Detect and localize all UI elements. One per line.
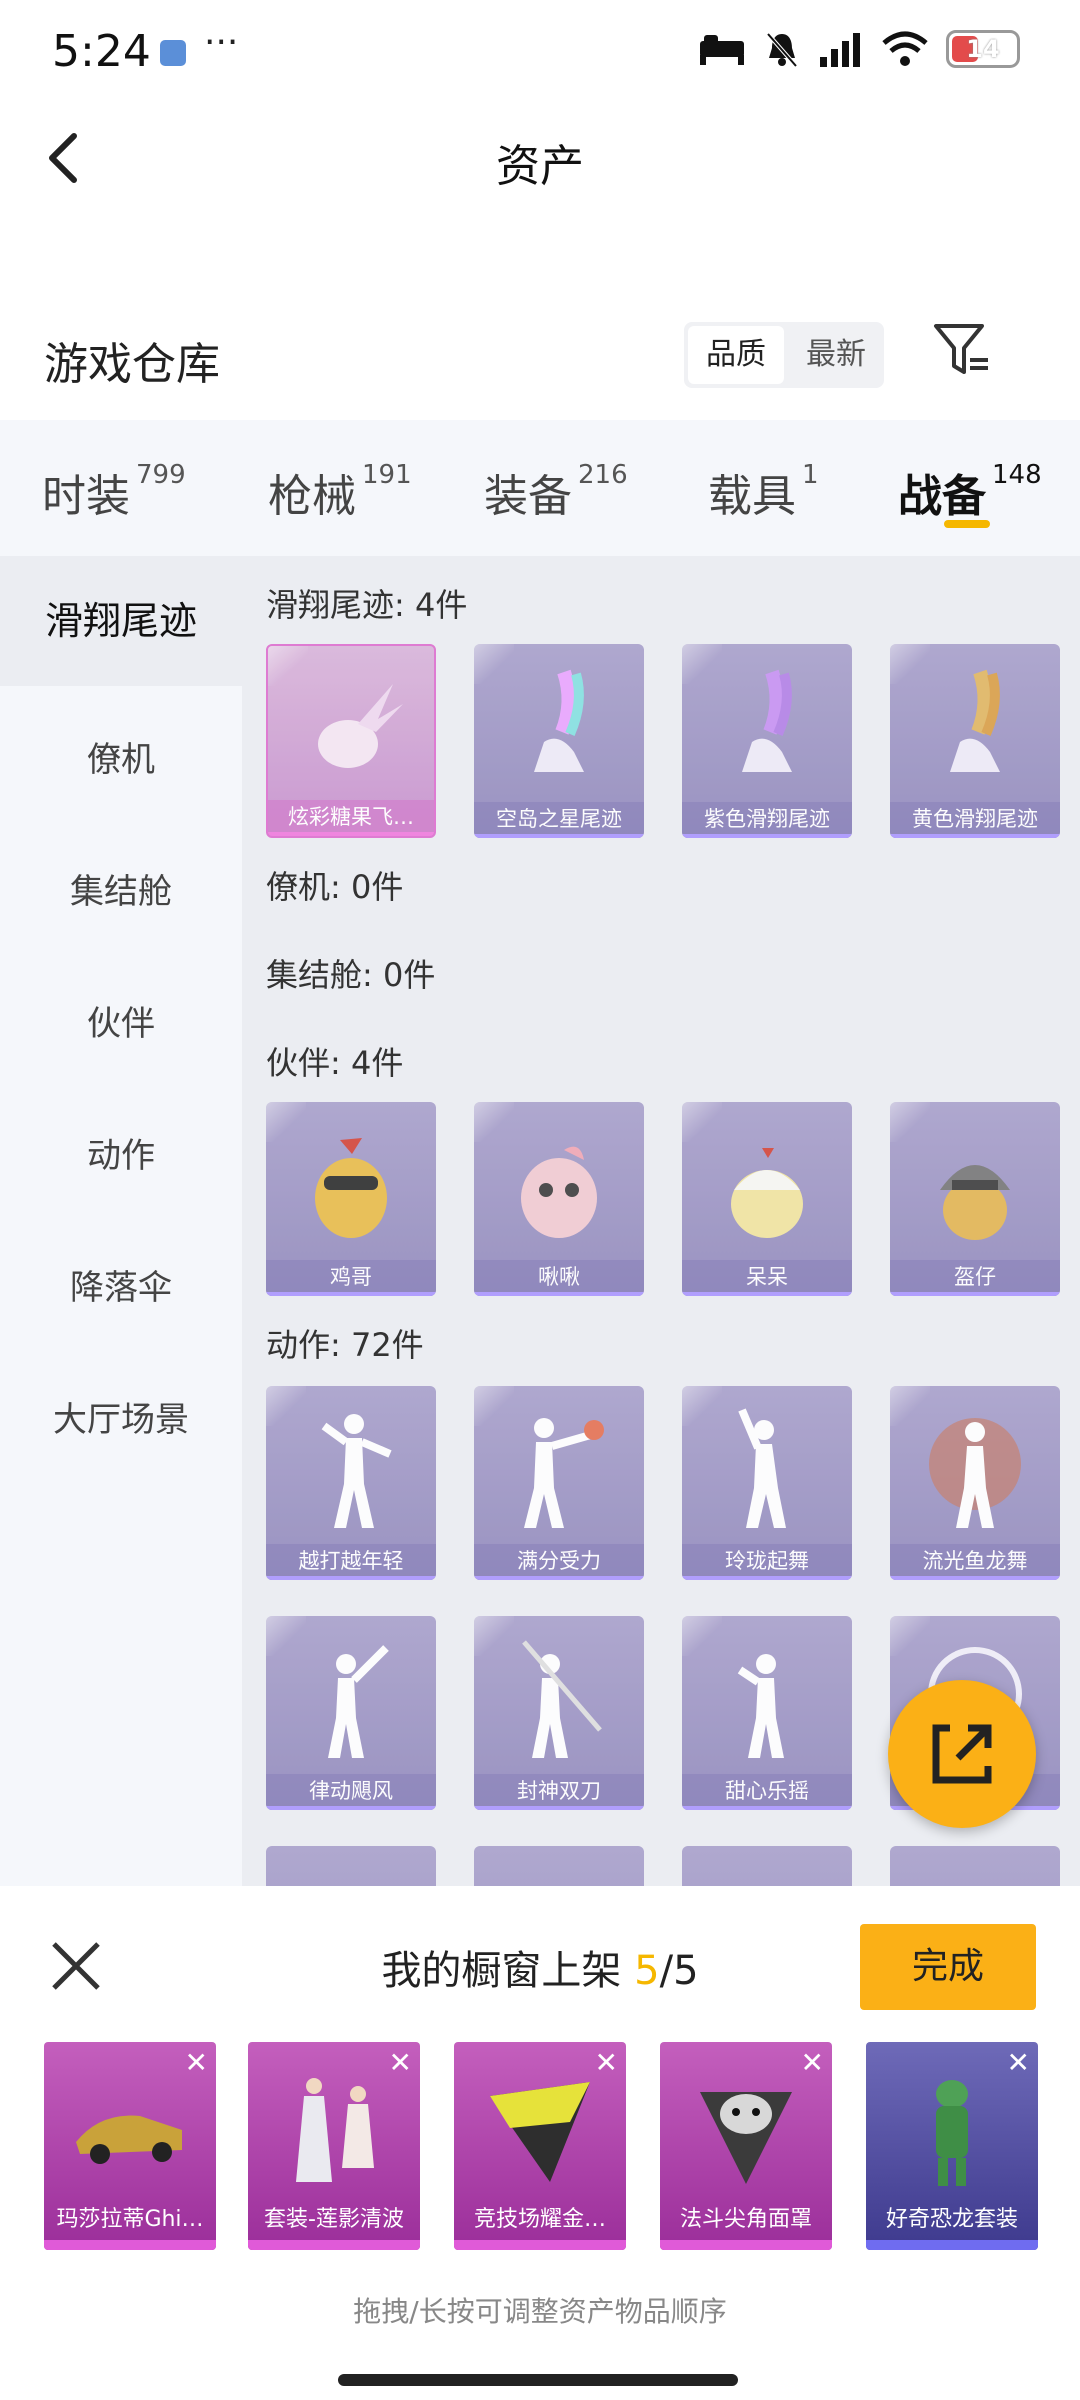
item-card[interactable]: 封神双刀 xyxy=(474,1616,644,1810)
done-button[interactable]: 完成 xyxy=(860,1924,1036,2010)
item-card[interactable]: 啾啾 xyxy=(474,1102,644,1296)
status-time: 5:24 xyxy=(52,26,151,77)
showcase-sheet: 我的橱窗上架 5/5 完成 ✕ 玛莎拉蒂Ghi… ✕ 套装-莲影清波 ✕ 竞技场… xyxy=(0,1886,1080,2400)
section-title-companion: 伙伴: 4件 xyxy=(266,1044,404,1082)
outfit-icon xyxy=(296,2078,374,2182)
section-title-assembly-pod: 集结舱: 0件 xyxy=(266,956,436,994)
dancer-emote-icon xyxy=(321,1414,392,1528)
showcase-slot[interactable]: ✕ 竞技场耀金… xyxy=(454,2042,626,2250)
remove-icon[interactable]: ✕ xyxy=(389,2046,412,2079)
item-card[interactable] xyxy=(890,1846,1060,1886)
chicken-companion-icon xyxy=(315,1138,387,1238)
mask-icon xyxy=(490,2082,590,2182)
warehouse-title: 游戏仓库 xyxy=(44,339,220,390)
trail-skydiver-icon xyxy=(950,669,1000,772)
sidebar-item-companion[interactable]: 伙伴 xyxy=(0,996,242,1045)
app-notification-icon xyxy=(160,40,186,66)
share-button[interactable] xyxy=(888,1680,1036,1828)
dancer-emote-icon xyxy=(737,1654,784,1758)
section-title-emote: 动作: 72件 xyxy=(266,1326,424,1364)
page-title: 资产 xyxy=(496,141,584,192)
trail-skydiver-icon xyxy=(534,669,584,772)
candy-trail-icon xyxy=(318,684,403,768)
sort-newest-button[interactable]: 最新 xyxy=(788,322,884,388)
helmet-chick-icon xyxy=(940,1165,1010,1240)
sidebar: 滑翔尾迹 僚机 集结舱 伙伴 动作 降落伞 大厅场景 xyxy=(0,556,242,1886)
item-card[interactable]: 空岛之星尾迹 xyxy=(474,644,644,838)
tab-battle-gear[interactable]: 战备 148 xyxy=(898,460,1042,524)
item-card[interactable]: 紫色滑翔尾迹 xyxy=(682,644,852,838)
sidebar-item-wingman[interactable]: 僚机 xyxy=(0,732,242,781)
bulldog-mask-icon xyxy=(700,2092,792,2184)
external-link-icon xyxy=(932,1724,992,1784)
sidebar-item-assembly-pod[interactable]: 集结舱 xyxy=(0,864,242,913)
item-card[interactable]: 律动飓风 xyxy=(266,1616,436,1810)
status-bar: 5:24 ··· 14 xyxy=(0,0,1080,100)
filter-icon[interactable] xyxy=(932,320,992,380)
showcase-slot[interactable]: ✕ 玛莎拉蒂Ghi… xyxy=(44,2042,216,2250)
more-dots: ··· xyxy=(204,22,239,63)
gold-car-icon xyxy=(76,2115,182,2164)
item-card[interactable]: 甜心乐摇 xyxy=(682,1616,852,1810)
section-title-wingman: 僚机: 0件 xyxy=(266,868,404,906)
section-title-glide-trail: 滑翔尾迹: 4件 xyxy=(266,586,468,624)
tab-guns[interactable]: 枪械 191 xyxy=(268,460,412,524)
bed-icon xyxy=(700,35,744,65)
remove-icon[interactable]: ✕ xyxy=(801,2046,824,2079)
remove-icon[interactable]: ✕ xyxy=(595,2046,618,2079)
item-card[interactable]: 玲珑起舞 xyxy=(682,1386,852,1580)
active-tab-indicator xyxy=(944,520,990,528)
remove-icon[interactable]: ✕ xyxy=(1007,2046,1030,2079)
bird-companion-icon xyxy=(521,1146,597,1238)
item-card[interactable]: 越打越年轻 xyxy=(266,1386,436,1580)
category-tabs: 时装 799 枪械 191 装备 216 载具 1 战备 148 xyxy=(0,420,1080,556)
item-card[interactable]: 炫彩糖果飞… xyxy=(266,644,436,838)
dinosaur-suit-icon xyxy=(936,2080,968,2186)
dancer-emote-icon xyxy=(738,1408,786,1528)
dancer-emote-icon xyxy=(929,1418,1021,1528)
sort-toggle: 品质 最新 xyxy=(684,322,884,388)
item-card[interactable] xyxy=(474,1846,644,1886)
egg-chick-icon xyxy=(731,1148,803,1238)
dancer-emote-icon xyxy=(524,1418,604,1528)
wifi-icon xyxy=(882,31,928,66)
showcase-slot[interactable]: ✕ 套装-莲影清波 xyxy=(248,2042,420,2250)
sidebar-item-parachute[interactable]: 降落伞 xyxy=(0,1260,242,1309)
mute-bell-icon xyxy=(766,32,798,68)
dancer-emote-icon xyxy=(522,1640,602,1758)
showcase-slot[interactable]: ✕ 好奇恐龙套装 xyxy=(866,2042,1038,2250)
signal-icon xyxy=(820,33,860,67)
item-card[interactable] xyxy=(682,1846,852,1886)
sidebar-item-glide-trail[interactable]: 滑翔尾迹 xyxy=(0,556,242,686)
item-card[interactable]: 呆呆 xyxy=(682,1102,852,1296)
item-card[interactable]: 满分受力 xyxy=(474,1386,644,1580)
item-card[interactable]: 流光鱼龙舞 xyxy=(890,1386,1060,1580)
reorder-hint: 拖拽/长按可调整资产物品顺序 xyxy=(353,2295,727,2328)
showcase-slot[interactable]: ✕ 法斗尖角面罩 xyxy=(660,2042,832,2250)
home-indicator[interactable] xyxy=(338,2374,738,2386)
sort-quality-button[interactable]: 品质 xyxy=(688,326,784,384)
item-card[interactable]: 盔仔 xyxy=(890,1102,1060,1296)
sidebar-item-emote[interactable]: 动作 xyxy=(0,1128,242,1177)
remove-icon[interactable]: ✕ xyxy=(185,2046,208,2079)
tab-equipment[interactable]: 装备 216 xyxy=(484,460,628,524)
dancer-emote-icon xyxy=(328,1645,389,1758)
tab-fashion[interactable]: 时装 799 xyxy=(42,460,186,524)
trail-skydiver-icon xyxy=(742,669,792,772)
item-card[interactable]: 黄色滑翔尾迹 xyxy=(890,644,1060,838)
item-card[interactable] xyxy=(266,1846,436,1886)
sidebar-item-lobby-scene[interactable]: 大厅场景 xyxy=(0,1392,242,1441)
battery-icon: 14 xyxy=(946,30,1020,68)
item-card[interactable]: 鸡哥 xyxy=(266,1102,436,1296)
tab-vehicles[interactable]: 载具 1 xyxy=(708,460,819,524)
